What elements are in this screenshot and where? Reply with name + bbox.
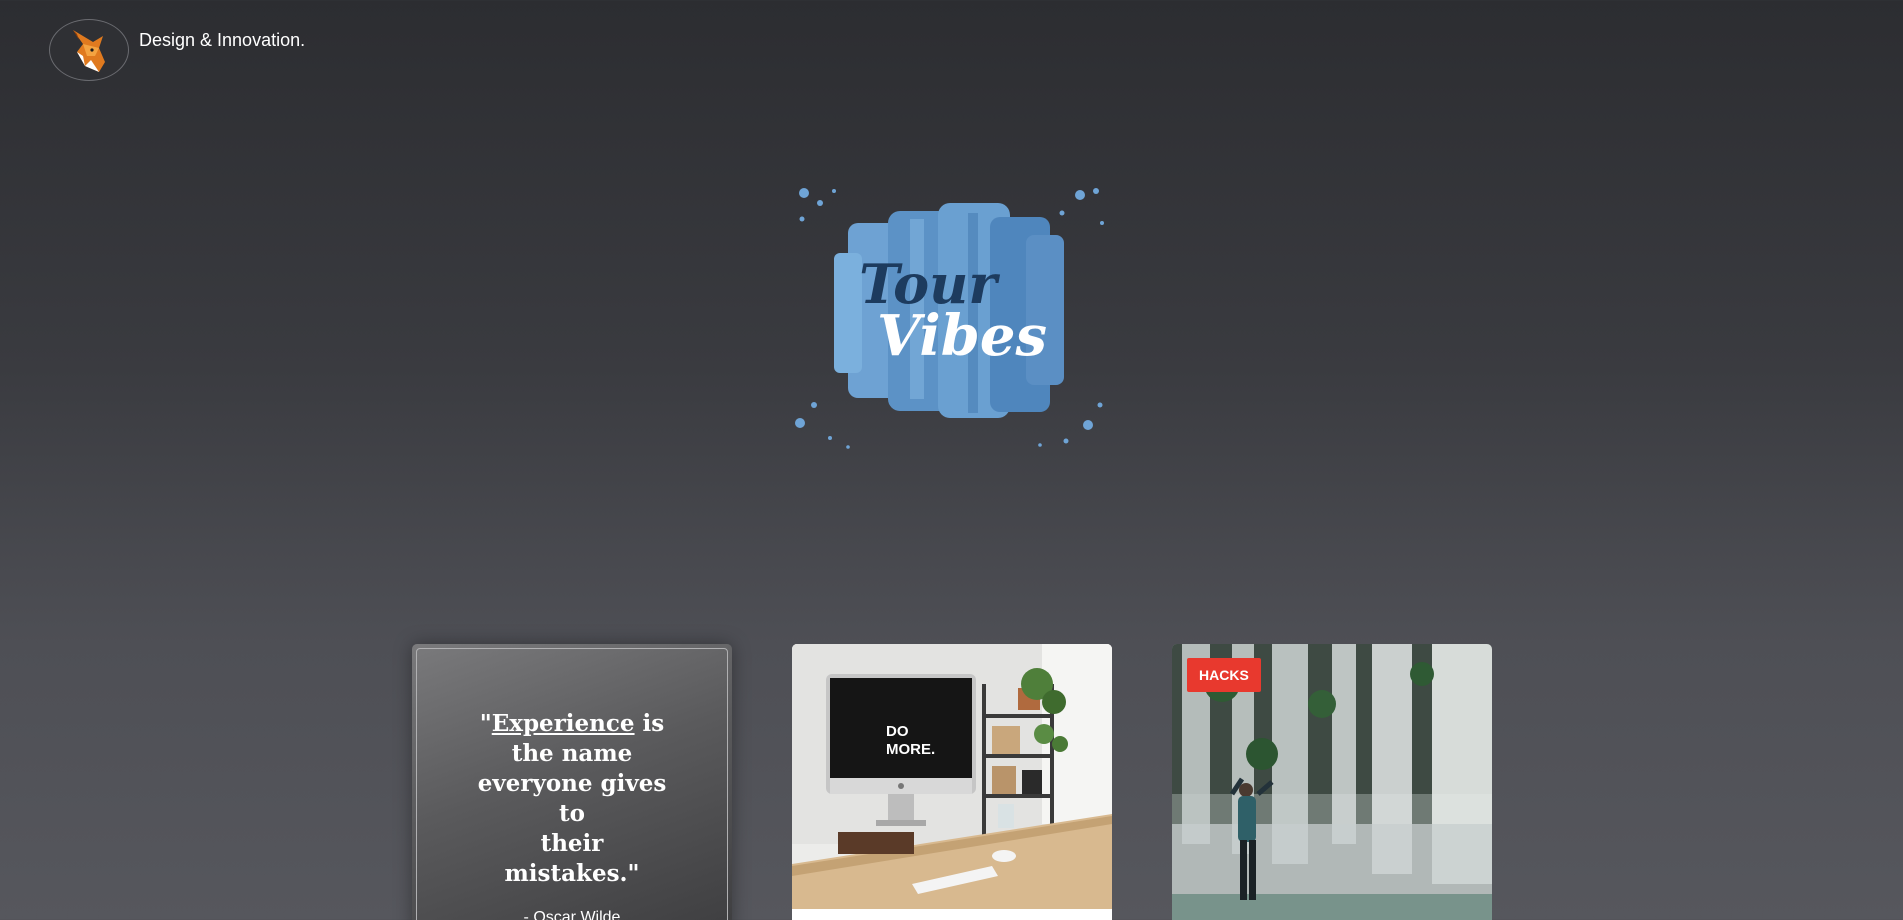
fox-logo-icon [73,30,105,72]
hero-logo: Tour Vibes [790,183,1112,453]
hacks-card[interactable]: HACKS [1172,644,1492,920]
quote-card-border: "Experience is the name everyone gives t… [416,648,728,920]
quote-author: - Oscar Wilde [523,909,621,920]
quote-card[interactable]: "Experience is the name everyone gives t… [412,644,732,920]
desk-photo-image: DO MORE. [792,644,1112,920]
hacks-badge[interactable]: HACKS [1187,658,1261,692]
fox-logo[interactable] [49,19,129,81]
quote-line2: the name [511,740,633,767]
quote-line1-rest: is [634,710,665,737]
monitor-text-more: MORE. [886,741,935,758]
quote-keyword: Experience [491,710,635,737]
tour-vibes-logo: Tour Vibes [795,188,1104,449]
quote-text: "Experience is the name everyone gives t… [472,709,672,889]
site-header: Design & Innovation. [49,19,305,81]
quote-line4: their mistakes." [504,830,640,887]
logo-word-vibes: Vibes [877,303,1047,369]
quote-line3: everyone gives to [477,770,667,827]
desk-photo-card[interactable]: DO MORE. [792,644,1112,920]
monitor-text-do: DO [886,723,909,740]
quote-open-mark: " [479,710,492,737]
brand-name[interactable]: Design & Innovation. [139,30,305,51]
